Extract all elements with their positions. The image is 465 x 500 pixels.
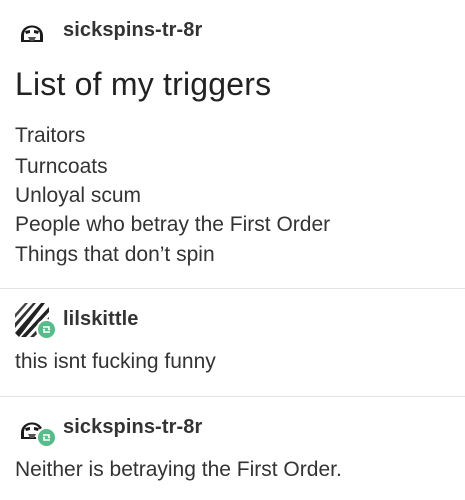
post-original: sickspins-tr-8r List of my triggers Trai… bbox=[0, 0, 465, 288]
post-line: Traitors bbox=[15, 124, 86, 147]
reblog-comment: lilskittle this isnt fucking funny bbox=[0, 289, 465, 396]
post-line: Things that don’t spin bbox=[15, 243, 215, 266]
avatar[interactable] bbox=[15, 14, 49, 48]
post-title: List of my triggers bbox=[15, 66, 272, 102]
reblog-badge bbox=[36, 319, 57, 340]
post-username[interactable]: sickspins-tr-8r bbox=[63, 19, 202, 42]
stormtrooper-helmet-icon bbox=[15, 14, 49, 48]
comment-text: this isnt fucking funny bbox=[15, 350, 216, 373]
comment-text: Neither is betraying the First Order. bbox=[15, 458, 342, 481]
post-line: People who betray the First Order bbox=[15, 213, 331, 236]
post-username[interactable]: sickspins-tr-8r bbox=[63, 416, 202, 439]
reblog-icon bbox=[42, 326, 51, 333]
reblog-badge bbox=[36, 427, 57, 448]
post-line: Unloyal scum bbox=[15, 184, 142, 207]
reblog-comment: sickspins-tr-8r Neither is betraying the… bbox=[0, 397, 465, 500]
reblog-icon bbox=[42, 434, 51, 441]
post-line: Turncoats bbox=[15, 155, 108, 178]
post-username[interactable]: lilskittle bbox=[63, 308, 138, 331]
